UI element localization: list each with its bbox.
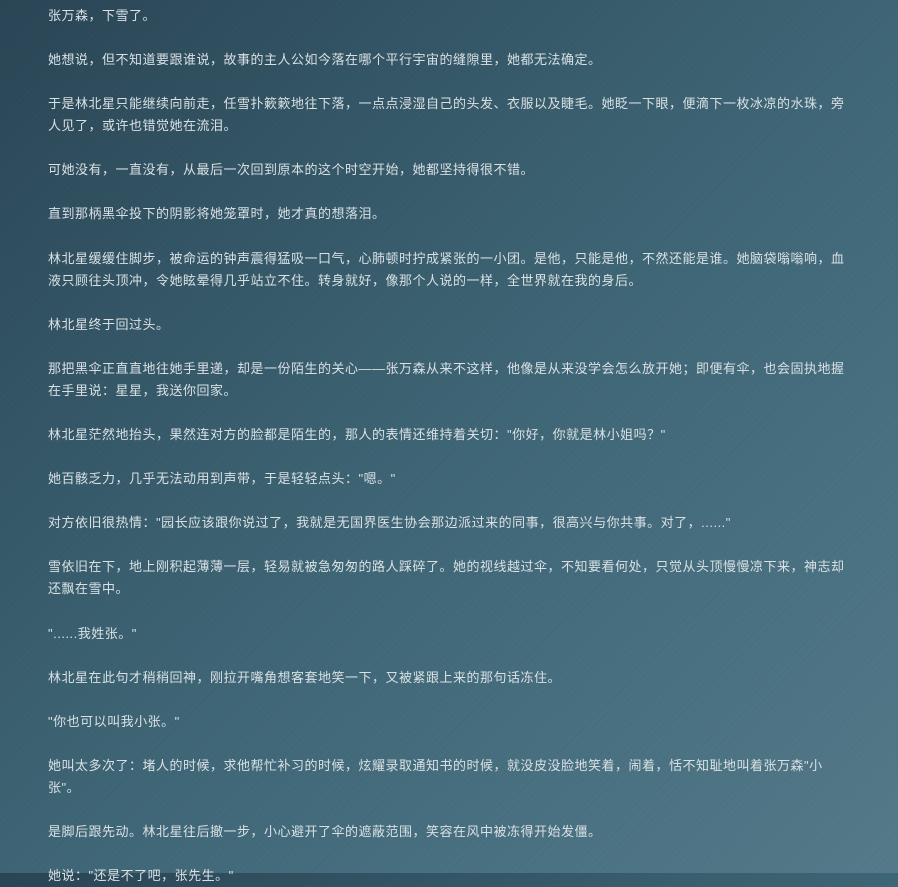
story-paragraph: 她叫太多次了：堵人的时候，求他帮忙补习的时候，炫耀录取通知书的时候，就没皮没脸地… — [48, 755, 850, 799]
story-paragraph: 林北星茫然地抬头，果然连对方的脸都是陌生的，那人的表情还维持着关切："你好，你就… — [48, 424, 850, 446]
story-content: 张万森，下雪了。 她想说，但不知道要跟谁说，故事的主人公如今落在哪个平行宇宙的缝… — [48, 5, 850, 887]
story-paragraph: 直到那柄黑伞投下的阴影将她笼罩时，她才真的想落泪。 — [48, 203, 850, 225]
story-paragraph: 林北星在此句才稍稍回神，刚拉开嘴角想客套地笑一下，又被紧跟上来的那句话冻住。 — [48, 667, 850, 689]
story-paragraph: 那把黑伞正直直地往她手里递，却是一份陌生的关心——张万森从来不这样，他像是从来没… — [48, 358, 850, 402]
story-paragraph: 于是林北星只能继续向前走，任雪扑簌簌地往下落，一点点浸湿自己的头发、衣服以及睫毛… — [48, 93, 850, 137]
story-paragraph: 她说："还是不了吧，张先生。" — [48, 865, 850, 887]
story-paragraph: 她百骸乏力，几乎无法动用到声带，于是轻轻点头："嗯。" — [48, 468, 850, 490]
story-paragraph: 可她没有，一直没有，从最后一次回到原本的这个时空开始，她都坚持得很不错。 — [48, 159, 850, 181]
story-paragraph: "你也可以叫我小张。" — [48, 711, 850, 733]
story-paragraph: 林北星终于回过头。 — [48, 314, 850, 336]
story-paragraph: 雪依旧在下，地上刚积起薄薄一层，轻易就被急匆匆的路人踩碎了。她的视线越过伞，不知… — [48, 556, 850, 600]
story-paragraph: 对方依旧很热情："园长应该跟你说过了，我就是无国界医生协会那边派过来的同事，很高… — [48, 512, 850, 534]
story-paragraph: 林北星缓缓住脚步，被命运的钟声震得猛吸一口气，心肺顿时拧成紧张的一小团。是他，只… — [48, 248, 850, 292]
story-paragraph: 张万森，下雪了。 — [48, 5, 850, 27]
story-paragraph: 是脚后跟先动。林北星往后撤一步，小心避开了伞的遮蔽范围，笑容在风中被冻得开始发僵… — [48, 821, 850, 843]
story-paragraph: 她想说，但不知道要跟谁说，故事的主人公如今落在哪个平行宇宙的缝隙里，她都无法确定… — [48, 49, 850, 71]
story-paragraph: "......我姓张。" — [48, 623, 850, 645]
